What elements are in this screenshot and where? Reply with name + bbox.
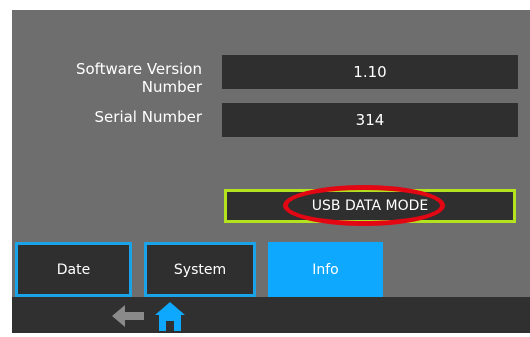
tab-system[interactable]: System xyxy=(144,242,256,297)
usb-data-mode-label: USB DATA MODE xyxy=(311,198,429,214)
software-version-field: 1.10 xyxy=(222,55,518,89)
tab-info[interactable]: Info xyxy=(268,242,383,297)
tab-date[interactable]: Date xyxy=(15,242,132,297)
serial-number-field: 314 xyxy=(222,103,518,137)
bottom-nav-bar xyxy=(12,297,530,333)
usb-data-mode-button[interactable]: USB DATA MODE xyxy=(224,189,516,223)
tab-label: System xyxy=(173,261,227,278)
serial-number-label: Serial Number xyxy=(94,108,202,126)
back-arrow-icon[interactable] xyxy=(112,303,146,333)
home-icon[interactable] xyxy=(153,299,187,337)
device-screen: Software Version Number 1.10 Serial Numb… xyxy=(0,0,530,333)
tab-label: Date xyxy=(56,261,91,278)
tab-label: Info xyxy=(312,261,339,278)
software-version-label: Software Version Number xyxy=(75,60,202,96)
